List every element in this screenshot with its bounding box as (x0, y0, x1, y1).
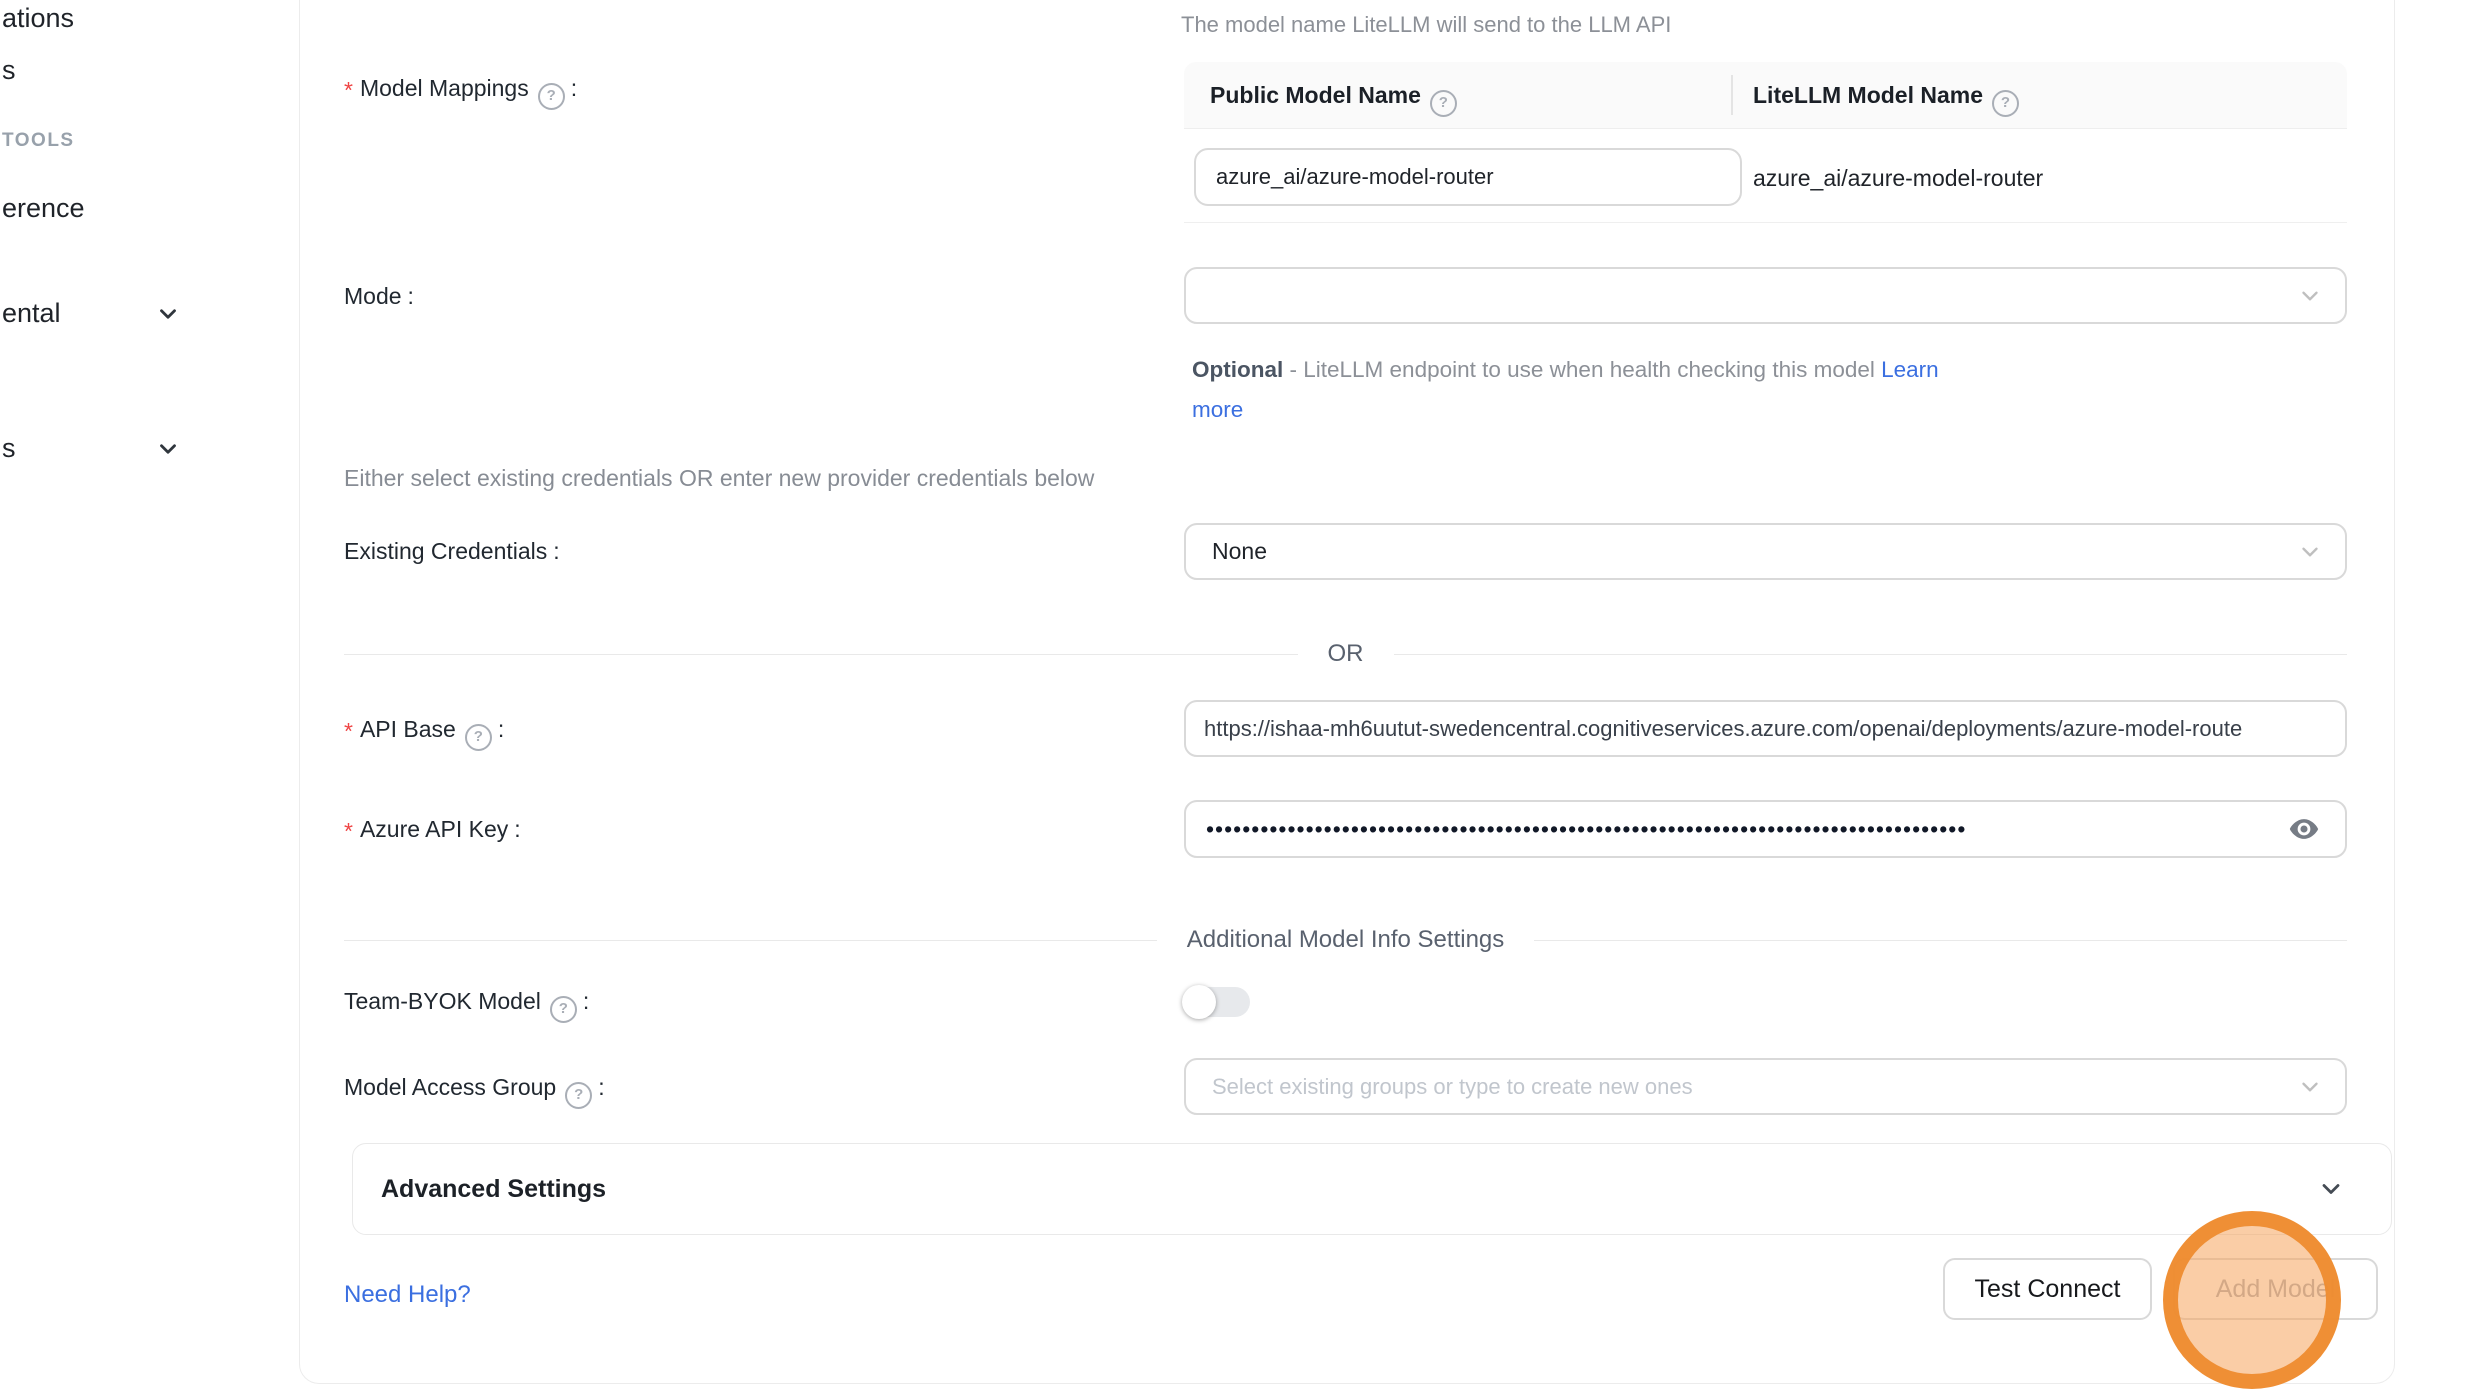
existing-credentials-label: Existing Credentials: (344, 536, 560, 566)
help-icon[interactable]: ? (1992, 90, 2019, 117)
api-base-label: *API Base?: (344, 714, 504, 747)
click-highlight-circle (2163, 1211, 2341, 1389)
column-header-litellm-model-name: LiteLLM Model Name? (1753, 62, 2019, 128)
help-icon[interactable]: ? (1430, 90, 1457, 117)
chevron-down-icon (2297, 1074, 2323, 1100)
mode-help-text: Optional - LiteLLM endpoint to use when … (1192, 350, 2032, 430)
sidebar-item-guardrails[interactable]: s (2, 54, 16, 86)
advanced-settings-title: Advanced Settings (381, 1175, 606, 1204)
or-divider: OR (344, 640, 2347, 668)
chevron-down-icon[interactable] (155, 436, 181, 462)
mode-select[interactable] (1184, 267, 2347, 324)
chevron-down-icon (2297, 539, 2323, 565)
additional-settings-divider: Additional Model Info Settings (344, 926, 2347, 954)
column-header-public-model-name: Public Model Name? (1210, 62, 1457, 128)
advanced-settings-panel[interactable]: Advanced Settings (352, 1143, 2392, 1235)
help-icon[interactable]: ? (550, 996, 577, 1023)
sidebar-item-integrations[interactable]: ations (2, 2, 74, 34)
help-icon[interactable]: ? (565, 1082, 592, 1109)
learn-more-link[interactable]: Learn (1881, 357, 1939, 382)
public-model-name-input[interactable]: azure_ai/azure-model-router (1194, 148, 1742, 206)
credentials-hint: Either select existing credentials OR en… (344, 463, 1094, 493)
required-asterisk: * (344, 718, 353, 744)
existing-credentials-select[interactable]: None (1184, 523, 2347, 580)
test-connect-button[interactable]: Test Connect (1943, 1258, 2152, 1320)
chevron-down-icon[interactable] (155, 301, 181, 327)
sidebar-section-tools: TOOLS (2, 130, 75, 152)
api-base-input[interactable]: https://ishaa-mh6uutut-swedencentral.cog… (1184, 700, 2347, 757)
chevron-down-icon (2297, 283, 2323, 309)
team-byok-toggle[interactable] (1184, 987, 1250, 1017)
model-access-group-label: Model Access Group?: (344, 1072, 605, 1105)
chevron-down-icon (2317, 1175, 2345, 1203)
column-divider (1731, 75, 1733, 115)
eye-icon[interactable] (2287, 812, 2321, 846)
need-help-link[interactable]: Need Help? (344, 1281, 471, 1309)
toggle-knob (1182, 985, 1216, 1019)
sidebar-item-settings[interactable]: s (2, 432, 16, 464)
model-name-hint: The model name LiteLLM will send to the … (1181, 10, 1671, 40)
mode-label: Mode: (344, 281, 414, 311)
model-access-group-select[interactable]: Select existing groups or type to create… (1184, 1058, 2347, 1115)
learn-more-link[interactable]: more (1192, 397, 1243, 422)
table-bottom-border (1184, 222, 2347, 223)
azure-api-key-input[interactable]: ••••••••••••••••••••••••••••••••••••••••… (1184, 800, 2347, 858)
help-icon[interactable]: ? (538, 83, 565, 110)
required-asterisk: * (344, 818, 353, 844)
sidebar-item-experimental[interactable]: ental (2, 297, 61, 329)
team-byok-label: Team-BYOK Model?: (344, 986, 589, 1019)
help-icon[interactable]: ? (465, 724, 492, 751)
azure-api-key-label: *Azure API Key: (344, 814, 521, 844)
model-mappings-label: *Model Mappings?: (344, 73, 577, 106)
litellm-model-name-value: azure_ai/azure-model-router (1753, 165, 2043, 192)
required-asterisk: * (344, 77, 353, 103)
sidebar-item-inference[interactable]: erence (2, 192, 85, 224)
